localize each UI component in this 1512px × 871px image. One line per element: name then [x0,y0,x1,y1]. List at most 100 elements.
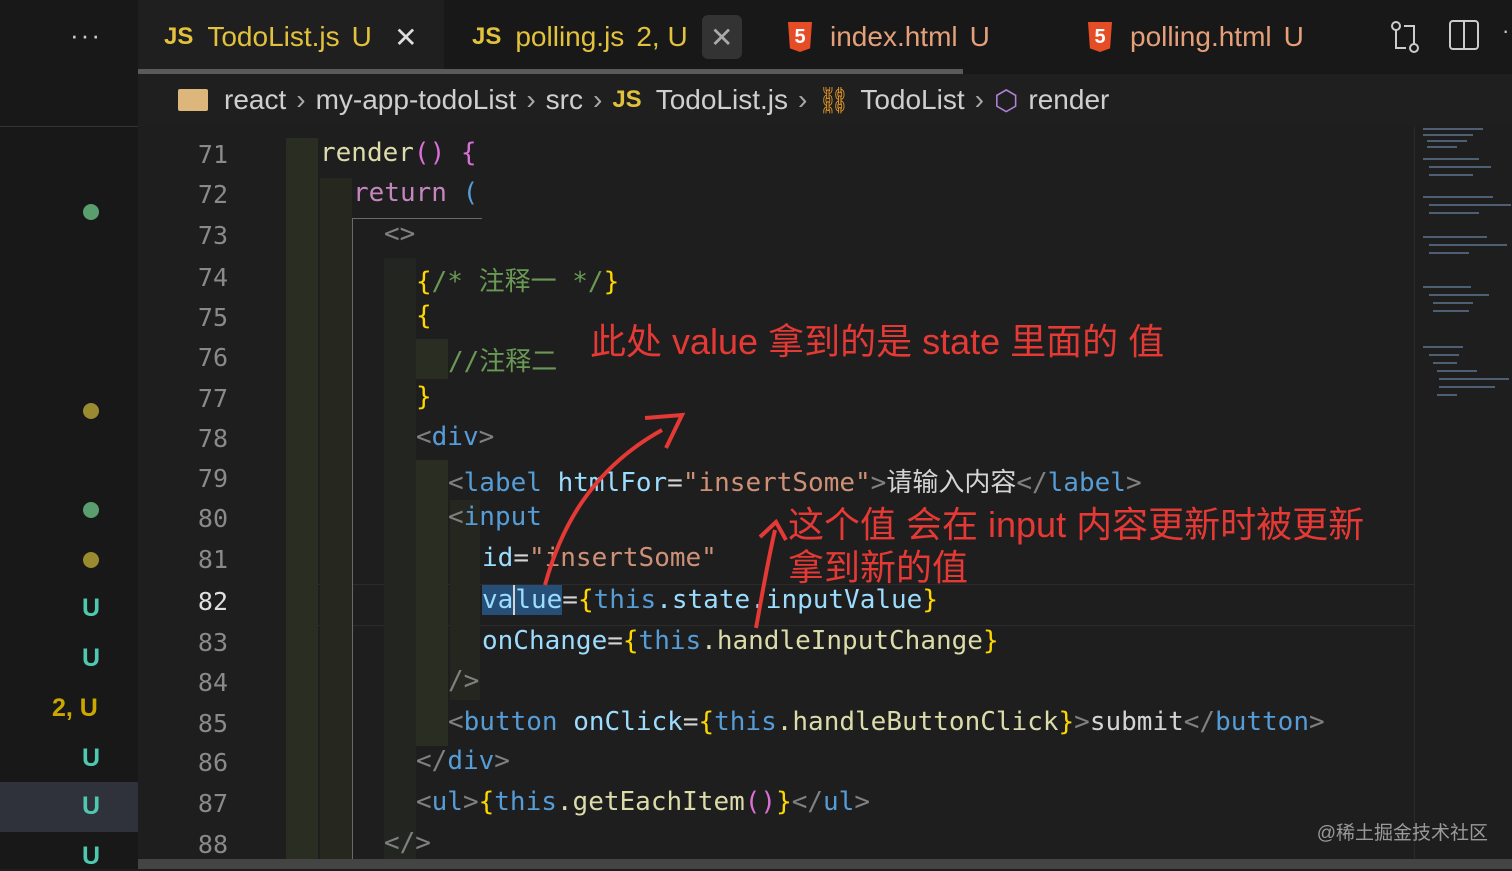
tab-polling-js[interactable]: JS polling.js 2, U ✕ [446,0,758,74]
method-symbol-icon: ⬡ [993,84,1019,116]
minimap-line [1433,310,1469,312]
js-file-icon: JS [164,23,194,50]
tab-git-status: U [969,21,990,52]
code-line-83[interactable]: onChange={this.handleInputChange} [482,626,999,656]
token: = [682,707,699,737]
token: { [478,787,495,817]
token: = [562,585,578,615]
breadcrumb-item-method[interactable]: render [1028,84,1109,116]
token: = [513,543,529,573]
minimap-line [1437,370,1477,372]
code-line-78[interactable]: <div> [416,422,494,452]
split-editor-icon[interactable] [1448,18,1480,60]
git-status-badge: U [82,792,101,820]
token: = [667,468,683,498]
token: { [698,707,715,737]
code-line-75[interactable]: { [416,301,432,331]
minimap-line [1429,252,1469,254]
code-line-76[interactable]: //注释二 [448,341,557,378]
code-line-73[interactable]: <> [384,219,415,249]
token: } [1058,707,1075,737]
minimap-line [1437,394,1457,396]
minimap-line [1429,212,1479,214]
token: { [622,626,639,656]
status-dot-yellow [83,403,99,419]
watermark: @稀土掘金技术社区 [1316,823,1488,844]
code-line-77[interactable]: } [416,382,432,412]
token: div [431,422,479,452]
minimap-line [1423,286,1471,288]
breadcrumb-item-file[interactable]: TodoList.js [656,84,788,116]
line-number: 85 [197,709,228,738]
folder-icon [178,89,208,111]
annotation-note: 拿到新的值 [788,547,969,588]
minimap-line [1439,378,1509,380]
close-icon[interactable]: ✕ [386,15,426,59]
close-icon[interactable]: ✕ [701,15,742,59]
code-line-74[interactable]: {/* 注释一 */} [416,261,619,298]
minimap-line [1423,196,1493,198]
minimap[interactable] [1414,126,1512,859]
token: < [416,787,432,817]
token: } [416,382,432,412]
code-line-86[interactable]: </div> [416,746,510,776]
breadcrumb-item-class[interactable]: TodoList [860,84,964,116]
git-status-badge: U [82,594,101,622]
code-line-72[interactable]: return ( [353,178,478,208]
breadcrumb-item-project[interactable]: my-app-todoList [316,84,517,116]
token: "insertSome" [528,543,717,573]
token: id [482,543,514,573]
token: > [870,468,887,498]
code-line-85[interactable]: <button onClick={this.handleButtonClick}… [448,707,1325,737]
breadcrumb-item-react[interactable]: react [224,84,286,116]
tab-todolist-js[interactable]: JS TodoList.js U ✕ [138,0,444,74]
token: /> [448,666,480,696]
token: > [494,746,510,776]
token: < [416,422,432,452]
token: > [1308,707,1325,737]
breadcrumb: react › my-app-todoList › src › JS TodoL… [138,74,1512,126]
minimap-line [1439,386,1495,388]
tab-label: index.html [830,21,958,52]
more-actions-icon[interactable]: ··· [70,20,102,51]
indent-band [286,138,318,859]
code-line-84[interactable]: /> [448,666,479,696]
git-status-badge: U [82,644,101,672]
tab-index-html[interactable]: 5 index.html U [760,0,1060,74]
token: onClick [557,707,683,737]
explorer-sidebar: ··· U U 2, U U U U [0,0,138,870]
line-number: 73 [197,221,228,250]
html5-file-icon: 5 [788,22,812,52]
tab-polling-html[interactable]: 5 polling.html U [1062,0,1362,74]
token: = [607,626,623,656]
tab-label: polling.html [1130,21,1272,52]
compare-changes-icon[interactable] [1388,18,1422,64]
token: .getEachItem [556,787,745,817]
code-line-71[interactable]: render() { [320,138,477,168]
token: label [463,468,542,498]
minimap-line [1429,174,1473,176]
token: < [448,707,464,737]
token: () [413,138,446,168]
code-line-79[interactable]: <label htmlFor="insertSome">请输入内容</label… [448,462,1142,499]
selected-file-row[interactable] [0,782,138,832]
minimap-line [1423,128,1483,130]
code-editor[interactable]: 71 72 73 74 75 76 77 78 79 80 81 82 83 8… [138,126,1414,859]
code-line-88[interactable]: </> [384,828,431,858]
line-number: 74 [197,263,228,292]
code-line-87[interactable]: <ul>{this.getEachItem()}</ul> [416,787,870,817]
token-selected: va [482,585,514,615]
code-line-81[interactable]: id="insertSome" [482,543,717,573]
token-selected: lue [513,585,563,615]
token: > [1074,707,1090,737]
horizontal-scrollbar[interactable] [138,859,1512,869]
token: < [448,502,464,532]
token: > [854,787,870,817]
breadcrumb-item-src[interactable]: src [546,84,583,116]
code-line-80[interactable]: <input [448,502,542,532]
line-number: 84 [197,668,228,697]
minimap-line [1433,302,1473,304]
more-actions-icon[interactable]: · [1502,18,1509,44]
git-status-badge: U [82,744,101,772]
token: //注释二 [448,347,558,377]
